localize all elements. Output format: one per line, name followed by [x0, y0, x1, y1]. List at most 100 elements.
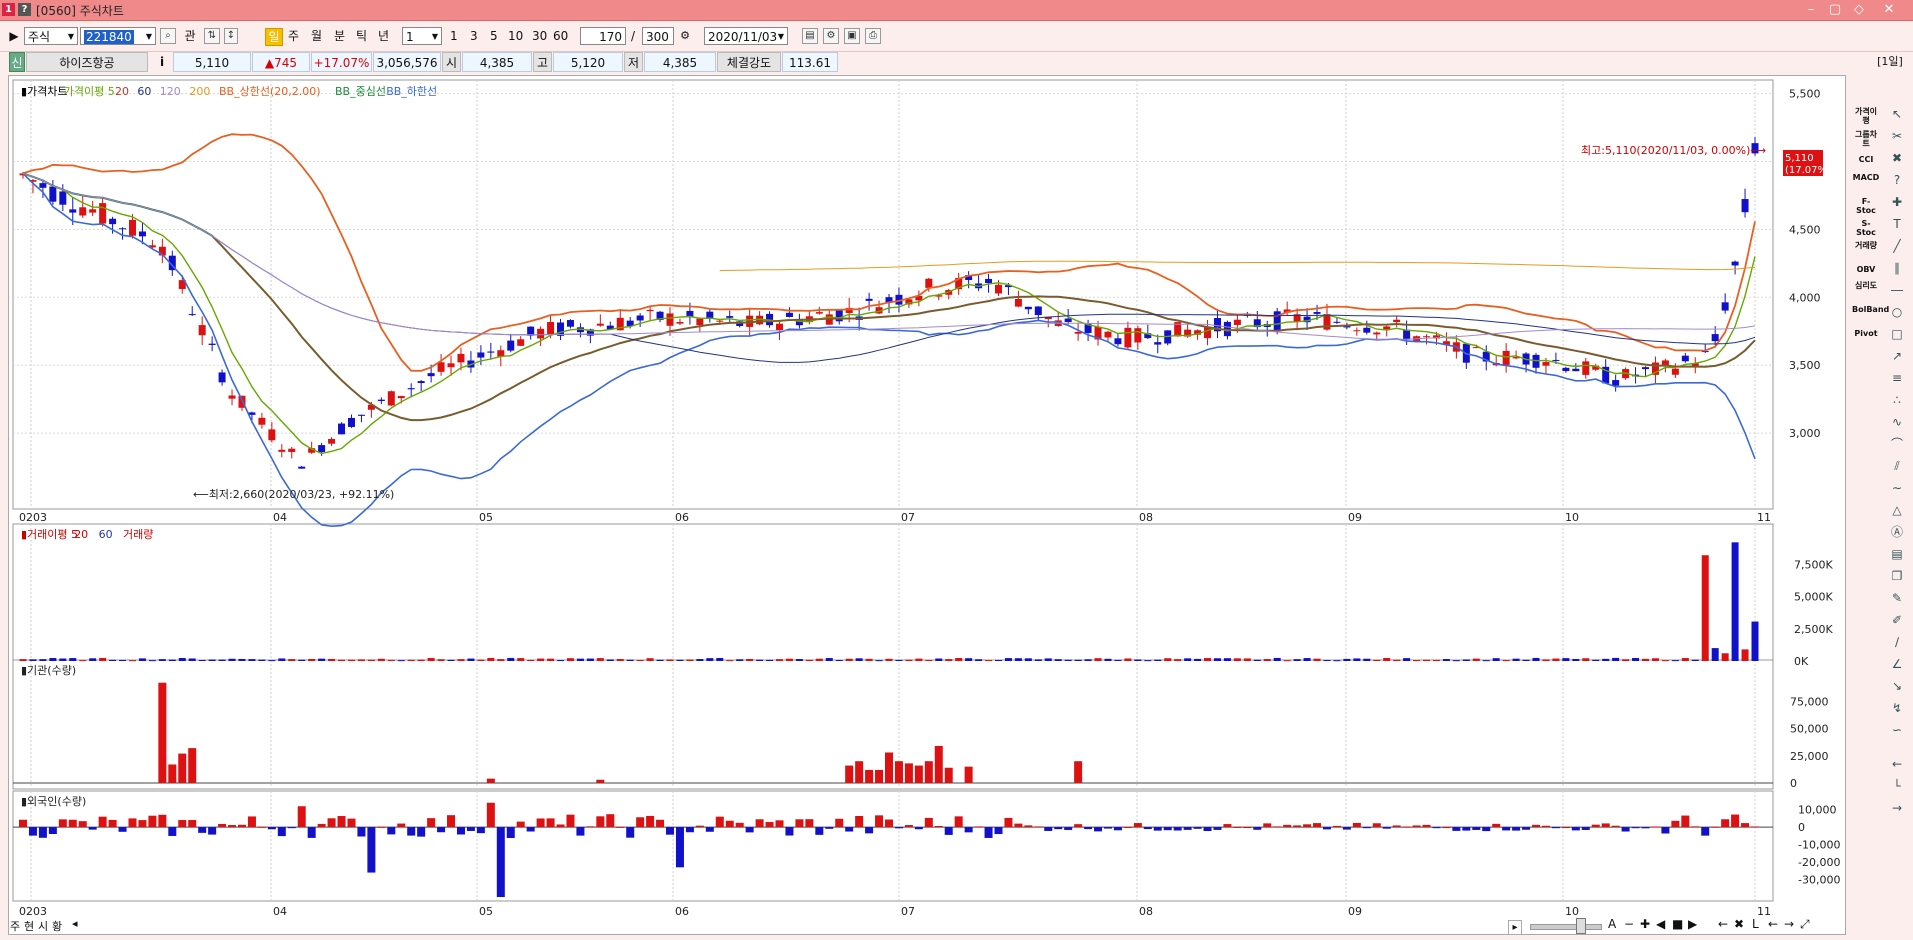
gann-tool-icon[interactable]: ∴ — [1887, 391, 1907, 409]
first-icon[interactable]: ◀ — [1656, 917, 1665, 931]
chart-canvas[interactable]: 5,5005,0004,5004,0003,5003,000▮가격차트가격이평 … — [9, 76, 1845, 934]
text-tool-icon[interactable]: T — [1887, 215, 1907, 233]
spin-icon[interactable]: ↕ — [224, 28, 238, 44]
forward-icon[interactable]: → — [1887, 799, 1907, 817]
count-spinner[interactable]: 170 — [580, 27, 626, 45]
chart-area[interactable]: 5,5005,0004,5004,0003,5003,000▮가격차트가격이평 … — [8, 75, 1846, 935]
auto-scale-icon[interactable]: A — [1608, 917, 1616, 931]
tab-status[interactable]: 황 — [52, 918, 62, 934]
indicator-setup-icon[interactable]: ⚙ — [823, 28, 839, 44]
cycle-tool-icon[interactable]: ∿ — [1887, 413, 1907, 431]
prev-page-icon[interactable]: ← — [1718, 917, 1728, 931]
period-minute[interactable]: 분 — [334, 27, 345, 45]
link-icon[interactable]: ⇅ — [204, 28, 220, 44]
min-3[interactable]: 3 — [470, 27, 478, 45]
cursor-tool-icon[interactable]: ↖ — [1887, 105, 1907, 123]
zoom-in-icon[interactable]: ✚ — [1640, 917, 1650, 931]
sidebar-item-pivot[interactable]: Pivot — [1852, 329, 1880, 338]
pen-tool-icon[interactable]: ✐ — [1887, 611, 1907, 629]
relation-button[interactable]: 관 — [182, 27, 198, 45]
tab-main[interactable]: 주 — [10, 918, 20, 934]
zigzag-tool-icon[interactable]: ↯ — [1887, 699, 1907, 717]
save-icon[interactable]: ▣ — [844, 28, 860, 44]
next-icon[interactable]: ▶ — [1688, 917, 1697, 931]
zoom-out-icon[interactable]: − — [1624, 917, 1634, 931]
fit-icon[interactable]: ⤢ — [1800, 917, 1810, 932]
sidebar-item-obv[interactable]: OBV — [1852, 265, 1880, 274]
question-icon[interactable]: ? — [1887, 171, 1907, 189]
period-day[interactable]: 일 — [265, 28, 283, 46]
zoom-slider-thumb[interactable] — [1576, 918, 1586, 934]
arc-tool-icon[interactable]: ⌒ — [1887, 435, 1907, 453]
settings-gear-icon[interactable]: ⚙ — [677, 27, 693, 45]
crosshair-tool-icon[interactable]: ✚ — [1887, 193, 1907, 211]
date-select[interactable]: 2020/11/03 ▼ — [704, 27, 788, 45]
rect-tool-icon[interactable]: □ — [1887, 325, 1907, 343]
period-month[interactable]: 월 — [311, 27, 322, 45]
delete-tool-icon[interactable]: ✖ — [1887, 149, 1907, 167]
period-tick[interactable]: 틱 — [356, 27, 367, 45]
chart-setup-icon[interactable]: ▤ — [802, 28, 818, 44]
auto-tool-icon[interactable]: Ⓐ — [1887, 523, 1907, 541]
min-5[interactable]: 5 — [490, 27, 498, 45]
brush-tool-icon[interactable]: ✎ — [1887, 589, 1907, 607]
wave-tool-icon[interactable]: ∼ — [1887, 479, 1907, 497]
sidebar-item-ma[interactable]: 가격이평 — [1852, 107, 1880, 125]
total-input[interactable]: 300 — [642, 27, 674, 45]
curve-tool-icon[interactable]: ∽ — [1887, 721, 1907, 739]
sidebar-item-fstoc[interactable]: F-Stoc — [1852, 197, 1880, 215]
sidebar-item-cci[interactable]: CCI — [1852, 155, 1880, 164]
info-icon[interactable]: i — [156, 52, 168, 72]
period-year[interactable]: 년 — [378, 27, 389, 45]
left-icon[interactable]: ← — [1768, 917, 1778, 931]
copy-tool-icon[interactable]: ❐ — [1887, 567, 1907, 585]
scroll-left-icon[interactable]: ◂ — [72, 917, 78, 930]
min-1[interactable]: 1 — [450, 27, 458, 45]
restore-icon[interactable]: ▢ — [1824, 2, 1846, 18]
arrow-tool-icon[interactable]: ↘ — [1887, 677, 1907, 695]
right-icon[interactable]: → — [1784, 917, 1794, 931]
trend-tool-icon[interactable]: ╱ — [1887, 237, 1907, 255]
code-input[interactable]: 221840 ▼ — [80, 27, 156, 45]
hline-tool-icon[interactable]: ― — [1887, 281, 1907, 299]
help-icon[interactable]: ? — [18, 3, 31, 16]
circle-tool-icon[interactable]: ○ — [1887, 303, 1907, 321]
pin-icon[interactable]: ◇ — [1848, 2, 1870, 18]
corner-icon[interactable]: └ — [1887, 777, 1907, 795]
print-icon[interactable]: ⎙ — [865, 28, 881, 44]
minimize-icon[interactable]: – — [1800, 2, 1822, 18]
fibo-tool-icon[interactable]: ≡ — [1887, 369, 1907, 387]
min-60[interactable]: 60 — [553, 27, 568, 45]
sidebar-item-sstoc[interactable]: S-Stoc — [1852, 219, 1880, 237]
menu-arrow-icon[interactable]: ▶ — [6, 27, 22, 45]
tab-market[interactable]: 시 — [38, 918, 48, 934]
sidebar-item-macd[interactable]: MACD — [1852, 173, 1880, 182]
parallel-tool-icon[interactable]: ∥ — [1887, 259, 1907, 277]
search-icon[interactable]: ⌕ — [160, 28, 176, 44]
fan-tool-icon[interactable]: ↗ — [1887, 347, 1907, 365]
angle-tool-icon[interactable]: ∠ — [1887, 655, 1907, 673]
tab-current[interactable]: 현 — [24, 918, 34, 934]
period-value-select[interactable]: 1 ▼ — [402, 27, 442, 45]
window-number-icon[interactable]: 1 — [2, 3, 15, 16]
market-select[interactable]: 주식 ▼ — [24, 27, 78, 45]
sidebar-item-volume[interactable]: 거래량 — [1852, 241, 1880, 250]
sidebar-item-bolband[interactable]: BolBand — [1852, 305, 1889, 314]
window-tool-icon[interactable]: ▤ — [1887, 545, 1907, 563]
tri-tool-icon[interactable]: △ — [1887, 501, 1907, 519]
home-icon[interactable]: L — [1752, 917, 1759, 931]
scroll-right-icon[interactable]: ▸ — [1508, 920, 1522, 935]
period-week[interactable]: 주 — [288, 27, 299, 45]
sidebar-item-group[interactable]: 그룹차트 — [1852, 130, 1880, 148]
sidebar-item-psy[interactable]: 심리도 — [1852, 281, 1880, 290]
zoom-slider[interactable] — [1530, 924, 1602, 930]
channel-tool-icon[interactable]: ⫽ — [1887, 457, 1907, 475]
cross-icon[interactable]: ✖ — [1734, 917, 1744, 931]
stop-icon[interactable]: ■ — [1672, 917, 1683, 931]
ruler-tool-icon[interactable]: ∕ — [1887, 633, 1907, 651]
back-icon[interactable]: ← — [1887, 755, 1907, 773]
min-30[interactable]: 30 — [532, 27, 547, 45]
min-10[interactable]: 10 — [508, 27, 523, 45]
eraser-tool-icon[interactable]: ✂ — [1887, 127, 1907, 145]
close-icon[interactable]: ✕ — [1878, 2, 1900, 18]
